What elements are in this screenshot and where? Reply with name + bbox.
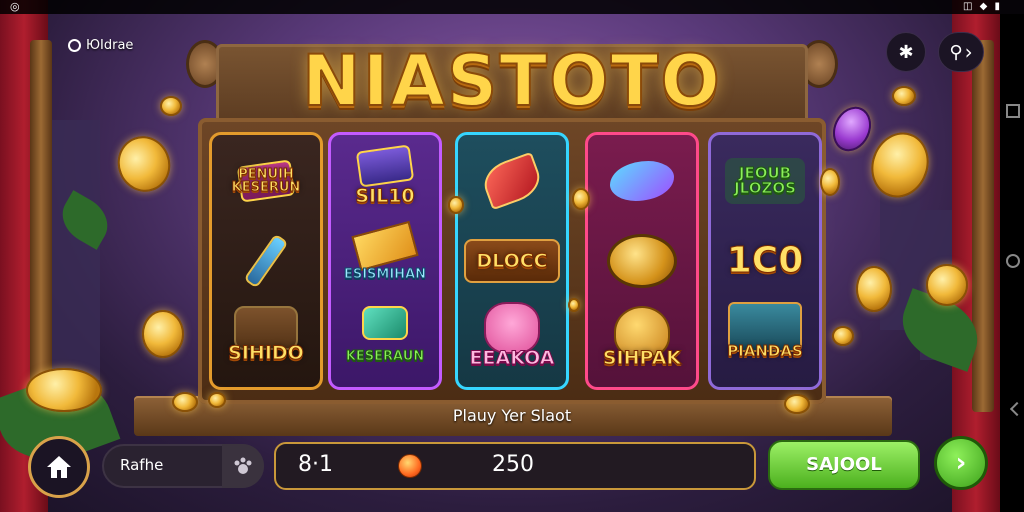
reel-4-symbol-3: SIHPAK: [592, 306, 692, 376]
reel-2-symbol-2: ESISMIHAN: [335, 220, 435, 296]
coin-icon: [142, 310, 184, 358]
chisel-icon: [243, 233, 289, 289]
reel-1-symbol-2: [216, 226, 316, 296]
cheese-icon: [351, 220, 419, 272]
reel-2-symbol-3: KESERAUN: [335, 306, 435, 376]
nav-home-icon[interactable]: [1006, 254, 1020, 268]
reel-5-symbol-3: PIANDAS: [715, 302, 815, 376]
reel-4-symbol-1: [592, 146, 692, 216]
coin-icon: [856, 266, 892, 312]
spin-button[interactable]: SAJOOL: [768, 440, 920, 490]
system-nav-bar: [1000, 14, 1024, 512]
search-icon: ⚲: [949, 41, 963, 63]
coin-icon: [892, 86, 916, 106]
reel-1: PENUIH KESERUN SIHIDO: [209, 132, 323, 390]
game-logo: NIASTOTO: [301, 39, 722, 123]
play-caption: Plauy Yer Slaot: [452, 406, 572, 425]
reel-2-symbol-3-label: KESERAUN: [345, 348, 425, 364]
horn-icon: [478, 151, 546, 211]
coin-icon: [926, 264, 968, 306]
reel-1-symbol-3-label: SIHIDO: [228, 341, 305, 364]
wood-pillar-right: [972, 40, 994, 412]
reel-3-symbol-2: DLOCC: [462, 226, 562, 296]
signal-icon: ◎: [10, 0, 20, 13]
chevron-right-icon: ›: [955, 448, 967, 478]
gem-icon: [362, 306, 408, 340]
balance-value: 250: [492, 452, 534, 477]
reel-2-symbol-2-label: ESISMIHAN: [343, 266, 427, 282]
wood-pillar-left: [30, 40, 52, 412]
reel-2-symbol-1-label: SIL10: [355, 184, 415, 207]
coin-icon: [572, 188, 590, 210]
reel-5-symbol-1: JEOUB JLOZOS: [715, 146, 815, 216]
reel-3-symbol-3: EEAKOA: [462, 302, 562, 376]
back-icon[interactable]: [1009, 401, 1024, 417]
search-button[interactable]: ⚲ ›: [938, 32, 984, 72]
coin-icon: [160, 96, 182, 116]
home-icon: [47, 456, 71, 478]
settings-button[interactable]: ✱: [886, 32, 926, 72]
reel-2-symbol-1: SIL10: [335, 144, 435, 216]
gem-icon: [398, 454, 422, 478]
search-arrow-icon: ›: [964, 40, 973, 64]
coin-icon: [172, 392, 198, 412]
status-icons: ◫ ◆ ▮: [963, 1, 1002, 12]
bet-value: 8·1: [298, 452, 333, 477]
reel-4: SIHPAK: [585, 132, 699, 390]
coin-icon: [832, 326, 854, 346]
fish-icon: [610, 161, 674, 201]
coin-icon: [26, 368, 102, 412]
reel-1-symbol-3: SIHIDO: [216, 306, 316, 376]
reel-5-symbol-1-label: JEOUB JLOZOS: [734, 164, 797, 197]
coin-icon: [568, 298, 580, 312]
coin-icon: [448, 196, 464, 214]
reel-3-symbol-2-label: DLOCC: [476, 249, 548, 272]
reel-5-symbol-2: 1C0: [715, 226, 815, 296]
reel-3-symbol-1: [462, 146, 562, 216]
reel-4-symbol-3-label: SIHPAK: [602, 346, 682, 369]
pill-action-button[interactable]: [222, 444, 264, 488]
reel-5-symbol-2-label: 1C0: [726, 240, 804, 281]
gear-icon: ✱: [898, 41, 914, 63]
reel-3-symbol-3-label: EEAKOA: [469, 346, 555, 369]
brand-label[interactable]: ЮIdrae: [68, 38, 133, 53]
next-button[interactable]: ›: [934, 436, 988, 490]
coin-icon: [784, 394, 810, 414]
reel-5: JEOUB JLOZOS 1C0 PIANDAS: [708, 132, 822, 390]
reel-2: SIL10 ESISMIHAN KESERAUN: [328, 132, 442, 390]
coin-icon: [820, 168, 840, 196]
brand-label-text: ЮIdrae: [86, 38, 134, 53]
recent-apps-icon[interactable]: [1006, 104, 1020, 118]
ticket-icon: [355, 144, 415, 188]
reel-5-symbol-3-label: PIANDAS: [727, 341, 804, 360]
mode-pill-label: Rafhe: [120, 456, 164, 474]
paw-icon: [234, 457, 252, 474]
reel-4-symbol-2: [592, 226, 692, 296]
reel-1-symbol-1-label: PENUIH KESERUN: [231, 167, 301, 195]
reel-1-symbol-1: PENUIH KESERUN: [216, 146, 316, 216]
brand-circle-icon: [68, 39, 81, 52]
coin-icon: [607, 234, 677, 288]
coin-icon: [208, 392, 226, 408]
home-button[interactable]: [28, 436, 90, 498]
status-bar: ◎ ◫ ◆ ▮: [0, 0, 1024, 14]
reel-3: DLOCC EEAKOA: [455, 132, 569, 390]
